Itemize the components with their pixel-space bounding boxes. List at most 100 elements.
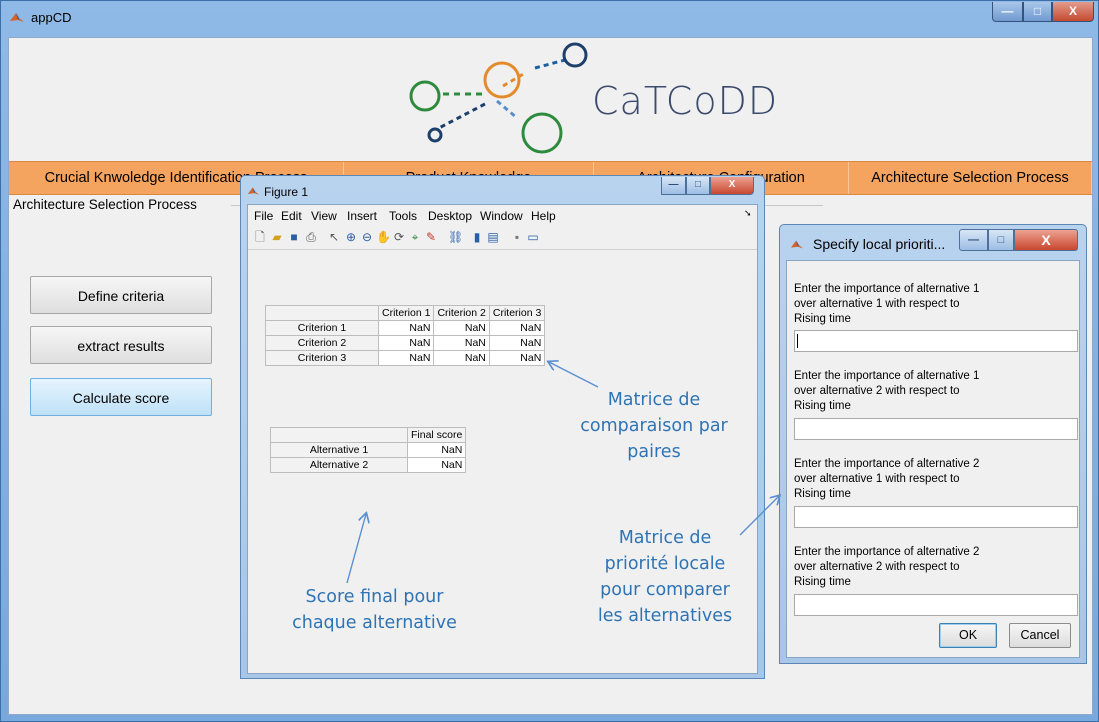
open-folder-icon[interactable]: ▰ <box>270 230 284 244</box>
prompt-line: over alternative 1 with respect to <box>794 298 960 310</box>
link-icon[interactable]: ⛓ <box>448 230 463 244</box>
column-header: Final score <box>406 427 467 443</box>
annotation-line: pour comparer <box>600 580 730 600</box>
prompt-label: Enter the importance of alternative 1 ov… <box>794 282 1074 327</box>
annotation-final-score: Score final pour chaque alternative <box>272 584 477 636</box>
local-priorities-dialog: Specify local prioriti... — □ X Enter th… <box>779 224 1087 664</box>
column-header: Criterion 3 <box>488 305 546 321</box>
table-cell[interactable]: NaN <box>377 320 435 336</box>
menu-help[interactable]: Help <box>531 209 556 223</box>
table-cell[interactable]: NaN <box>377 350 435 366</box>
priority-input-1[interactable] <box>794 330 1078 352</box>
menu-file[interactable]: File <box>254 209 273 223</box>
matlab-icon <box>790 240 804 249</box>
annotation-local-priority: Matrice de priorité locale pour comparer… <box>580 525 750 629</box>
column-header: Criterion 2 <box>433 305 490 321</box>
annotation-line: comparaison par <box>580 416 728 436</box>
cancel-button[interactable]: Cancel <box>1009 623 1071 648</box>
row-header: Alternative 2 <box>270 457 408 473</box>
table-cell[interactable]: NaN <box>488 350 546 366</box>
figure-maximize-button[interactable]: □ <box>686 177 710 195</box>
table-cell[interactable]: NaN <box>377 335 435 351</box>
annotation-line: Matrice de <box>618 528 712 548</box>
pointer-icon[interactable]: ↖ <box>327 230 341 244</box>
criteria-table[interactable]: Criterion 1 Criterion 2 Criterion 3 Crit… <box>265 305 546 366</box>
new-file-icon[interactable]: 🗋 <box>253 230 267 244</box>
table-cell[interactable]: NaN <box>433 320 490 336</box>
annotation-line: les alternatives <box>597 606 733 626</box>
figure-minimize-button[interactable]: — <box>661 177 686 195</box>
show-tools-icon[interactable]: ▭ <box>526 230 540 244</box>
row-header: Criterion 1 <box>265 320 379 336</box>
minimize-button[interactable]: — <box>992 2 1023 22</box>
data-cursor-icon[interactable]: ⌖ <box>408 230 422 244</box>
window-title: appCD <box>31 10 72 25</box>
panel-title: Architecture Selection Process <box>9 197 201 212</box>
logo-text: CaTCoDD <box>592 79 779 123</box>
final-score-table[interactable]: Final score Alternative 1 NaN Alternativ… <box>270 427 467 473</box>
priority-input-4[interactable] <box>794 594 1078 616</box>
table-corner <box>270 427 408 443</box>
maximize-button[interactable]: □ <box>1023 2 1052 22</box>
annotation-line: chaque alternative <box>292 613 457 633</box>
table-cell[interactable]: NaN <box>488 320 546 336</box>
ok-button[interactable]: OK <box>939 623 997 648</box>
title-bar[interactable]: appCD — □ X <box>1 1 1099 37</box>
row-header: Alternative 1 <box>270 442 408 458</box>
table-cell[interactable]: NaN <box>406 442 467 458</box>
table-cell[interactable]: NaN <box>488 335 546 351</box>
table-cell[interactable]: NaN <box>433 335 490 351</box>
priority-input-2[interactable] <box>794 418 1078 440</box>
matlab-icon <box>247 187 260 195</box>
annotation-line: priorité locale <box>604 554 726 574</box>
rotate-icon[interactable]: ⟳ <box>392 230 406 244</box>
priority-input-3[interactable] <box>794 506 1078 528</box>
row-header: Criterion 2 <box>265 335 379 351</box>
hide-tools-icon[interactable]: ▪ <box>510 230 524 244</box>
menu-insert[interactable]: Insert <box>347 209 377 223</box>
menu-window[interactable]: Window <box>480 209 523 223</box>
define-criteria-button[interactable]: Define criteria <box>30 276 212 314</box>
prompt-label: Enter the importance of alternative 2 ov… <box>794 545 1074 590</box>
table-cell[interactable]: NaN <box>433 350 490 366</box>
dialog-title: Specify local prioriti... <box>813 236 946 252</box>
prompt-line: Enter the importance of alternative 1 <box>794 283 980 295</box>
colorbar-icon[interactable]: ▮ <box>470 230 484 244</box>
dialog-body: Enter the importance of alternative 1 ov… <box>786 260 1080 658</box>
zoom-in-icon[interactable]: ⊕ <box>344 230 358 244</box>
figure-close-button[interactable]: X <box>710 177 754 195</box>
menu-view[interactable]: View <box>311 209 337 223</box>
dialog-maximize-button[interactable]: □ <box>988 229 1014 251</box>
table-cell[interactable]: NaN <box>406 457 467 473</box>
menu-edit[interactable]: Edit <box>281 209 302 223</box>
text-cursor <box>797 334 798 348</box>
dialog-close-button[interactable]: X <box>1014 229 1078 251</box>
menu-desktop[interactable]: Desktop <box>428 209 472 223</box>
print-icon[interactable]: ⎙ <box>304 230 318 244</box>
table-row: Criterion 2 NaN NaN NaN <box>265 335 546 351</box>
prompt-line: Rising time <box>794 313 851 325</box>
annotation-pairwise-matrix: Matrice de comparaison par paires <box>566 387 742 465</box>
menu-tools[interactable]: Tools <box>389 209 417 223</box>
prompt-line: Enter the importance of alternative 2 <box>794 458 980 470</box>
prompt-line: Enter the importance of alternative 2 <box>794 546 980 558</box>
menu-dock-arrow-icon[interactable]: ➘ <box>744 208 752 219</box>
table-row: Alternative 2 NaN <box>270 457 467 473</box>
tab-architecture-selection[interactable]: Architecture Selection Process <box>849 162 1092 194</box>
prompt-line: over alternative 1 with respect to <box>794 473 960 485</box>
prompt-line: Rising time <box>794 488 851 500</box>
dialog-minimize-button[interactable]: — <box>959 229 988 251</box>
close-button[interactable]: X <box>1052 2 1094 22</box>
table-row: Criterion 3 NaN NaN NaN <box>265 350 546 366</box>
figure-menubar: File Edit View Insert Tools Desktop Wind… <box>248 205 757 227</box>
save-icon[interactable]: ■ <box>287 230 301 244</box>
pan-icon[interactable]: ✋ <box>376 230 391 244</box>
column-header: Criterion 1 <box>377 305 435 321</box>
legend-icon[interactable]: ▤ <box>486 230 500 244</box>
extract-results-button[interactable]: extract results <box>30 326 212 364</box>
prompt-line: over alternative 2 with respect to <box>794 385 960 397</box>
brush-icon[interactable]: ✎ <box>424 230 438 244</box>
calculate-score-button[interactable]: Calculate score <box>30 378 212 416</box>
zoom-out-icon[interactable]: ⊖ <box>360 230 374 244</box>
header-logo: CaTCoDD <box>9 38 1092 161</box>
